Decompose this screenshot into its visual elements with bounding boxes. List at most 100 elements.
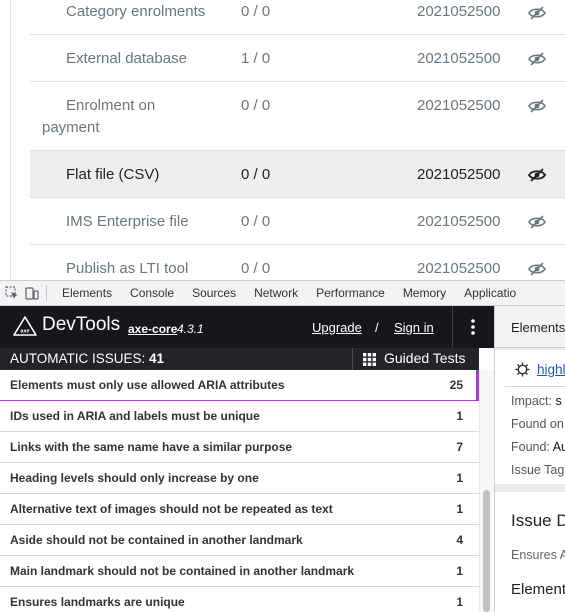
found-label: Found: — [511, 440, 550, 454]
tab-performance[interactable]: Performance — [307, 281, 394, 305]
issues-scrollbar-thumb[interactable] — [483, 490, 490, 612]
issue-row[interactable]: Links with the same name have a similar … — [0, 432, 479, 463]
issue-count: 1 — [456, 409, 463, 423]
row-name: Category enrolments — [66, 3, 206, 20]
issues-count: 41 — [149, 351, 165, 366]
tab-console[interactable]: Console — [121, 281, 183, 305]
issue-label: Ensures landmarks are unique — [10, 595, 185, 609]
inspect-element-icon[interactable] — [2, 283, 22, 303]
table-row-highlighted: Flat file (CSV) 0 / 0 2021052500 — [30, 151, 565, 198]
page-content: Category enrolments 0 / 0 2021052500 Ext… — [0, 0, 565, 280]
issue-row-selected[interactable]: Elements must only use allowed ARIA attr… — [0, 370, 479, 401]
more-options-icon[interactable] — [466, 318, 480, 336]
automatic-issues-title: AUTOMATIC ISSUES: 41 — [10, 351, 164, 366]
tab-memory[interactable]: Memory — [394, 281, 455, 305]
row-count: 0 / 0 — [241, 3, 271, 20]
issue-row[interactable]: Ensures landmarks are unique 1 — [0, 587, 479, 612]
tab-network[interactable]: Network — [245, 281, 307, 305]
eye-slash-icon[interactable] — [528, 215, 546, 229]
highlight-icon[interactable] — [515, 362, 530, 377]
eye-slash-icon[interactable] — [528, 6, 546, 20]
table-row: External database 1 / 0 2021052500 — [30, 35, 565, 82]
detail-tabbar: Elements — [495, 306, 565, 348]
issue-detail-panel: Elements highl Impact: s Found on Found:… — [494, 306, 565, 612]
header-divider — [452, 306, 453, 348]
detail-divider — [495, 348, 565, 350]
row-version: 2021052500 — [417, 50, 501, 67]
issue-count: 1 — [456, 471, 463, 485]
guided-tests-button[interactable]: Guided Tests — [352, 348, 479, 370]
found-line: Found: Au — [511, 440, 565, 454]
impact-value: s — [555, 394, 562, 408]
tab-application[interactable]: Applicatio — [455, 281, 525, 305]
issue-row[interactable]: Alternative text of images should not be… — [0, 494, 479, 525]
row-version: 2021052500 — [417, 166, 501, 183]
issues-header: AUTOMATIC ISSUES: 41 Guided Tests — [0, 348, 479, 370]
element-heading: Element — [511, 581, 565, 598]
highlight-link[interactable]: highl — [537, 362, 565, 377]
row-name-line1: Enrolment on — [66, 97, 156, 114]
row-name-line2: payment — [42, 119, 100, 136]
upgrade-link[interactable]: Upgrade — [312, 320, 362, 335]
issue-label: Links with the same name have a similar … — [10, 440, 293, 454]
table-row: Publish as LTI tool 0 / 0 2021052500 — [30, 245, 565, 280]
detail-rule — [505, 386, 565, 387]
issue-tags-line: Issue Tag — [511, 463, 564, 477]
row-version: 2021052500 — [417, 97, 501, 114]
axe-version: 4.3.1 — [177, 322, 204, 336]
row-count: 0 / 0 — [241, 260, 271, 277]
issue-row[interactable]: Heading levels should only increase by o… — [0, 463, 479, 494]
issue-count: 1 — [456, 595, 463, 609]
issue-row[interactable]: IDs used in ARIA and labels must be uniq… — [0, 401, 479, 432]
issue-description-text: Ensures A — [511, 548, 565, 562]
eye-slash-icon[interactable] — [528, 52, 546, 66]
found-on-line: Found on — [511, 417, 564, 431]
issue-description-heading: Issue D — [511, 511, 565, 530]
issues-label: AUTOMATIC ISSUES: — [10, 351, 146, 366]
issue-label: IDs used in ARIA and labels must be uniq… — [10, 409, 260, 423]
issue-count: 4 — [456, 533, 463, 547]
tabbar-separator — [46, 285, 47, 301]
table-row: Enrolment on payment 0 / 0 2021052500 — [30, 82, 565, 151]
issue-count: 1 — [456, 502, 463, 516]
issue-count: 25 — [449, 378, 463, 392]
grid-icon — [363, 353, 376, 366]
tab-elements-detail[interactable]: Elements — [511, 320, 565, 335]
device-toggle-icon[interactable] — [22, 283, 42, 303]
row-count: 0 / 0 — [241, 166, 271, 183]
row-count: 0 / 0 — [241, 213, 271, 230]
impact-label: Impact: — [511, 394, 552, 408]
issue-count: 1 — [456, 564, 463, 578]
issue-label: Aside should not be contained in another… — [10, 533, 303, 547]
issue-row[interactable]: Main landmark should not be contained in… — [0, 556, 479, 587]
guided-tests-label: Guided Tests — [384, 350, 466, 366]
table-row: Category enrolments 0 / 0 2021052500 — [30, 0, 565, 35]
eye-slash-icon[interactable] — [528, 99, 546, 113]
detail-band — [495, 484, 565, 492]
tab-sources[interactable]: Sources — [183, 281, 245, 305]
row-count: 1 / 0 — [241, 50, 271, 67]
row-name: Publish as LTI tool — [66, 260, 189, 277]
svg-text:axe: axe — [20, 329, 29, 335]
eye-slash-icon[interactable] — [528, 262, 546, 276]
sign-in-link[interactable]: Sign in — [394, 320, 434, 335]
issue-row[interactable]: Aside should not be contained in another… — [0, 525, 479, 556]
axe-core-link[interactable]: axe-core — [128, 322, 177, 336]
found-value: Au — [552, 440, 565, 454]
row-version: 2021052500 — [417, 260, 501, 277]
issue-label: Alternative text of images should not be… — [10, 502, 333, 516]
row-count: 0 / 0 — [241, 97, 271, 114]
row-name: Flat file (CSV) — [66, 166, 160, 183]
row-name: Enrolment on payment — [42, 95, 156, 139]
impact-line: Impact: s — [511, 394, 562, 408]
issue-label: Elements must only use allowed ARIA attr… — [10, 378, 285, 392]
tab-elements[interactable]: Elements — [53, 281, 121, 305]
row-name: IMS Enterprise file — [66, 213, 189, 230]
axe-header: axe DevTools axe-core 4.3.1 Upgrade / Si… — [0, 306, 494, 348]
row-version: 2021052500 — [417, 3, 501, 20]
found-on-label: Found on — [511, 417, 564, 431]
eye-slash-icon[interactable] — [528, 168, 546, 182]
issues-list: Elements must only use allowed ARIA attr… — [0, 370, 479, 612]
issue-tags-label: Issue Tag — [511, 463, 565, 477]
table-left-border — [10, 0, 11, 280]
